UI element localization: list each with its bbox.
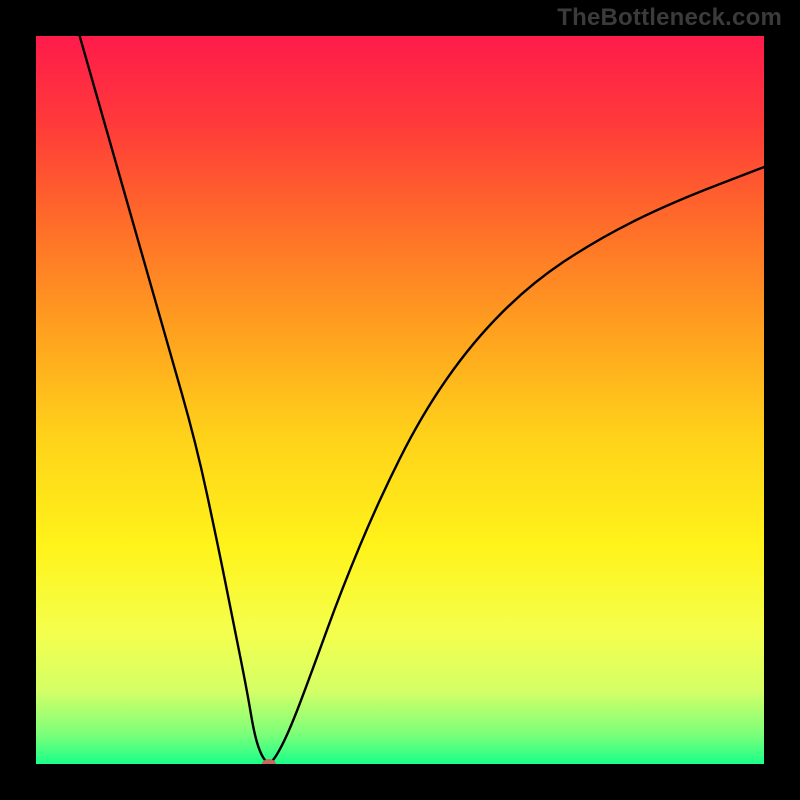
- watermark-text: TheBottleneck.com: [557, 4, 782, 32]
- chart-frame: TheBottleneck.com: [0, 0, 800, 800]
- gradient-background: [36, 36, 764, 764]
- bottleneck-chart: [36, 36, 764, 764]
